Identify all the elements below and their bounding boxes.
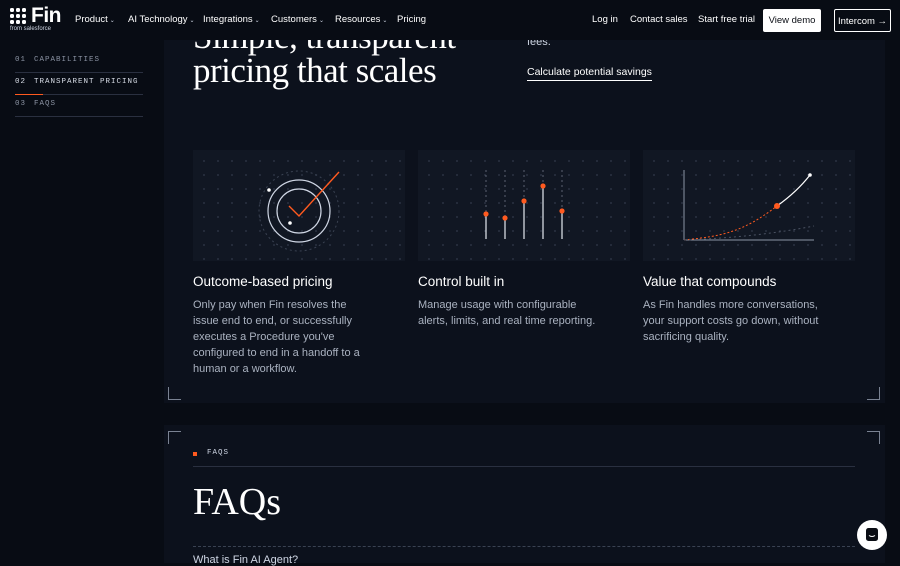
calculate-savings-link[interactable]: Calculate potential savings — [527, 66, 652, 81]
chevron-down-icon: ⌄ — [254, 18, 260, 24]
chat-icon — [866, 528, 878, 541]
nav-product-label: Product — [75, 14, 108, 25]
nav-ai-technology[interactable]: AI Technology ⌄ — [128, 14, 195, 25]
login-link[interactable]: Log in — [592, 14, 618, 25]
sidebar-item-label: FAQS — [34, 100, 57, 108]
sidebar-item-number: 01 — [15, 56, 27, 64]
corner-bracket — [168, 387, 181, 400]
intercom-button[interactable]: Intercom → — [834, 9, 891, 32]
fin-logo[interactable]: Fin from salesforce — [10, 4, 70, 35]
corner-bracket — [867, 431, 880, 444]
nav-ai-technology-label: AI Technology — [128, 14, 188, 25]
section-sidebar: 01 CAPABILITIES 02 TRANSPARENT PRICING 03 F… — [0, 40, 158, 563]
card-title-outcome: Outcome-based pricing — [193, 274, 333, 289]
sidebar-item-label: TRANSPARENT PRICING — [34, 78, 139, 86]
faq-section-label: FAQS — [207, 449, 230, 457]
chevron-down-icon: ⌄ — [382, 18, 388, 24]
nav-resources[interactable]: Resources ⌄ — [335, 14, 387, 25]
nav-resources-label: Resources — [335, 14, 381, 25]
contact-sales-link[interactable]: Contact sales — [630, 14, 688, 25]
nav-pricing-label: Pricing — [397, 14, 427, 25]
faq-question[interactable]: What is Fin AI Agent? — [193, 554, 298, 566]
nav-integrations[interactable]: Integrations ⌄ — [203, 14, 260, 25]
control-illustration — [418, 150, 630, 261]
nav-customers-label: Customers — [271, 14, 317, 25]
sidebar-item-transparent-pricing[interactable]: 02 TRANSPARENT PRICING — [15, 72, 143, 95]
sidebar-item-capabilities[interactable]: 01 CAPABILITIES — [15, 50, 143, 73]
title-line-2: pricing that scales — [193, 51, 437, 90]
nav-customers[interactable]: Customers ⌄ — [271, 14, 324, 25]
nav-integrations-label: Integrations — [203, 14, 253, 25]
outcome-illustration — [193, 150, 405, 261]
card-desc-value: As Fin handles more conversations, your … — [643, 299, 819, 343]
card-title-control: Control built in — [418, 274, 505, 289]
fin-grid-icon — [10, 8, 26, 24]
faq-title: FAQs — [193, 481, 281, 523]
logo-subtitle: from salesforce — [10, 26, 52, 32]
chevron-down-icon: ⌄ — [109, 18, 115, 24]
nav-pricing[interactable]: Pricing — [397, 14, 426, 25]
card-desc-outcome: Only pay when Fin resolves the issue end… — [193, 299, 360, 375]
growth-curve-icon — [683, 170, 815, 241]
card-desc-control: Manage usage with configurable alerts, l… — [418, 299, 596, 327]
view-demo-button[interactable]: View demo — [763, 9, 821, 32]
usage-bars-icon — [483, 170, 565, 239]
sidebar-item-label: CAPABILITIES — [34, 56, 101, 64]
card-title-value: Value that compounds — [643, 274, 777, 289]
faq-bullet-icon — [193, 452, 197, 456]
sidebar-item-faqs[interactable]: 03 FAQS — [15, 94, 143, 117]
top-navigation: Fin from salesforce Product ⌄ AI Technolo… — [0, 0, 900, 40]
value-illustration — [643, 150, 855, 261]
sidebar-item-number: 03 — [15, 100, 27, 108]
divider — [193, 466, 855, 467]
sidebar-item-number: 02 — [15, 78, 27, 86]
chevron-down-icon: ⌄ — [189, 18, 195, 24]
start-free-trial-link[interactable]: Start free trial — [698, 14, 755, 25]
corner-bracket — [168, 431, 181, 444]
chevron-down-icon: ⌄ — [318, 18, 324, 24]
chat-launcher-button[interactable] — [857, 520, 887, 550]
page-title: Simple, transparent pricing that scales — [193, 40, 456, 88]
nav-product[interactable]: Product ⌄ — [75, 14, 115, 25]
target-check-icon — [258, 170, 340, 252]
hero-title-area: Simple, transparent pricing that scales — [190, 40, 510, 100]
corner-bracket — [867, 387, 880, 400]
logo-wordmark: Fin — [31, 4, 62, 27]
divider — [193, 546, 855, 547]
